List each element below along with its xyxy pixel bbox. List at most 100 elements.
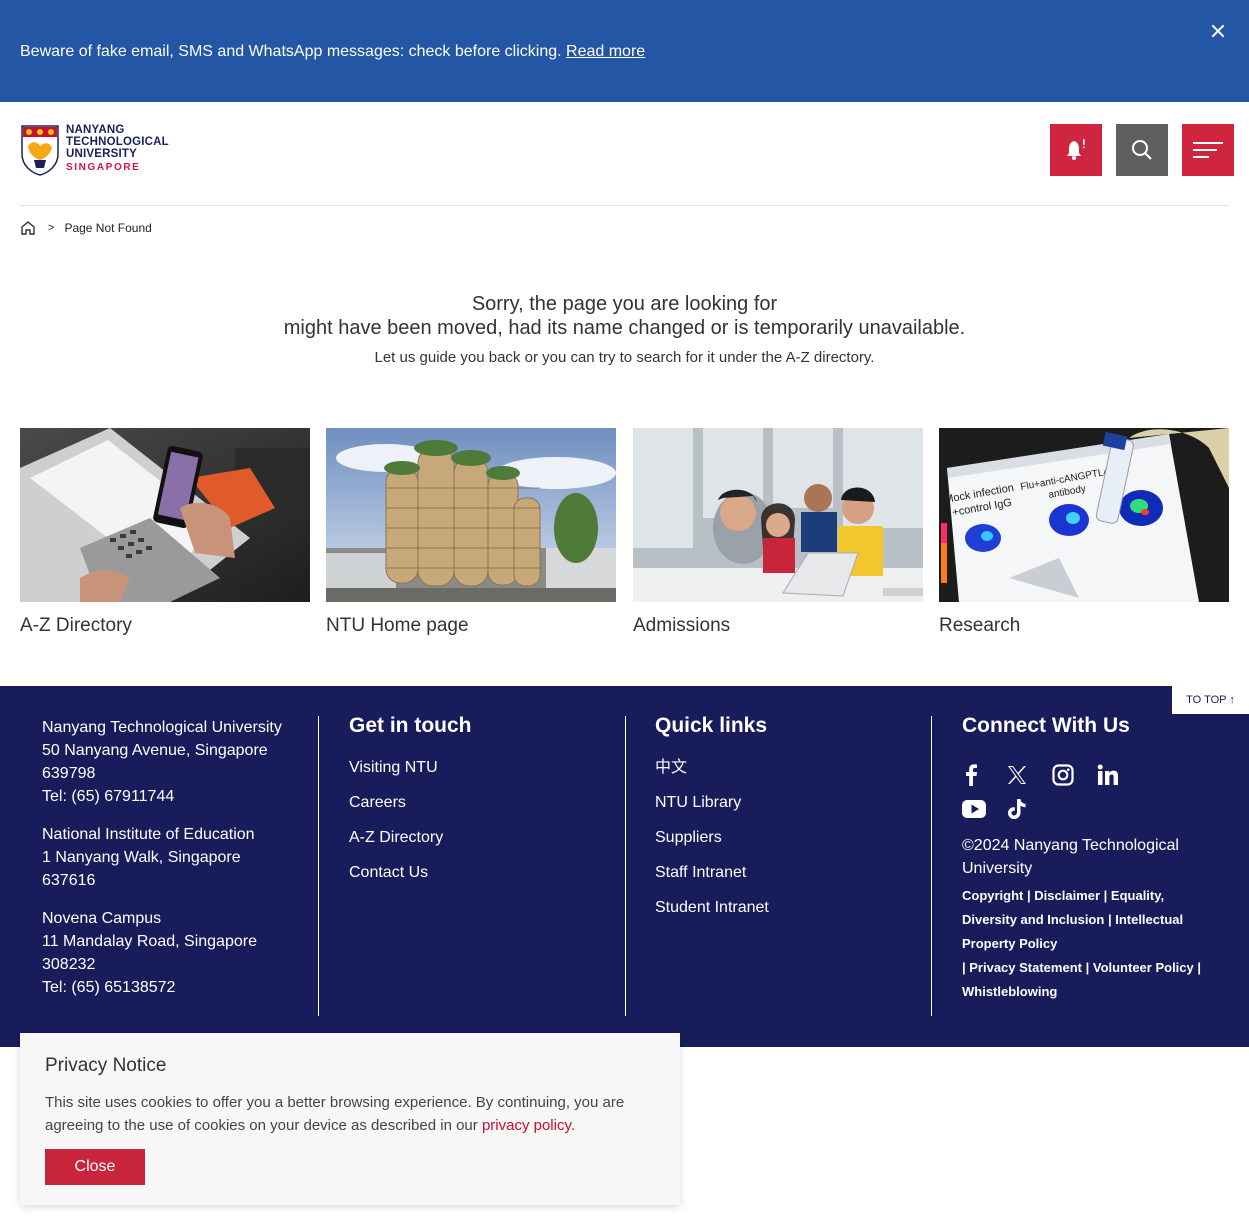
to-top-button[interactable]: TO TOP ↑ bbox=[1172, 686, 1249, 714]
title-line-1: Sorry, the page you are looking for bbox=[471, 293, 778, 315]
disclaimer-link[interactable]: Disclaimer bbox=[1034, 888, 1100, 903]
youtube-icon[interactable] bbox=[962, 792, 1007, 826]
close-icon[interactable] bbox=[1207, 20, 1229, 42]
page-title: Sorry, the page you are looking for migh… bbox=[0, 292, 1249, 340]
ntu-crest-icon bbox=[21, 125, 59, 176]
guide-text: Let us guide you back or you can try to … bbox=[374, 349, 875, 366]
legal-separator: | bbox=[1104, 912, 1116, 927]
alert-message: Beware of fake email, SMS and WhatsApp m… bbox=[20, 43, 645, 61]
connect-heading: Connect With Us bbox=[962, 714, 1130, 737]
alert-banner: Beware of fake email, SMS and WhatsApp m… bbox=[0, 0, 1249, 102]
research-image: Mock infection +control IgG Flu+anti-cAN… bbox=[939, 428, 1229, 602]
whistleblowing-link[interactable]: Whistleblowing bbox=[962, 984, 1057, 999]
card-label[interactable]: Admissions bbox=[633, 615, 923, 637]
privacy-notice: Privacy Notice This site uses cookies to… bbox=[20, 1033, 680, 1205]
logo-line: TECHNOLOGICAL bbox=[66, 136, 169, 148]
quick-links-column: Quick links 中文 NTU Library Suppliers Sta… bbox=[655, 714, 769, 918]
not-found-message: Sorry, the page you are looking for migh… bbox=[0, 292, 1249, 366]
get-in-touch-column: Get in touch Visiting NTU Careers A-Z Di… bbox=[349, 714, 472, 883]
az-directory-link[interactable]: A-Z Directory bbox=[349, 828, 472, 848]
card-admissions[interactable]: Admissions bbox=[633, 428, 923, 637]
card-label[interactable]: Research bbox=[939, 615, 1229, 637]
copyright-text: ©2024 Nanyang Technological University bbox=[962, 837, 1179, 877]
address-line: 1 Nanyang Walk, Singapore bbox=[42, 849, 241, 866]
logo-line: NANYANG bbox=[66, 124, 125, 136]
careers-link[interactable]: Careers bbox=[349, 793, 472, 813]
address-tel: Tel: (65) 65138572 bbox=[42, 979, 176, 996]
x-icon[interactable] bbox=[1007, 758, 1052, 792]
connect-column: Connect With Us ©2024 Nanyang Technologi… bbox=[962, 714, 1212, 1004]
contact-us-link[interactable]: Contact Us bbox=[349, 863, 472, 883]
legal-links: Copyright | Disclaimer | Equality, Diver… bbox=[962, 884, 1212, 1004]
site-footer: Nanyang Technological University 50 Nany… bbox=[0, 686, 1249, 1047]
privacy-text: This site uses cookies to offer you a be… bbox=[45, 1091, 655, 1137]
alert-text: Beware of fake email, SMS and WhatsApp m… bbox=[20, 43, 567, 60]
privacy-title: Privacy Notice bbox=[45, 1055, 167, 1076]
linkedin-icon[interactable] bbox=[1097, 758, 1142, 792]
logo-wordmark: NANYANG TECHNOLOGICAL UNIVERSITY SINGAPO… bbox=[66, 124, 169, 174]
address-name: Nanyang Technological University bbox=[42, 719, 282, 736]
ntu-home-image bbox=[326, 428, 616, 602]
address-name: National Institute of Education bbox=[42, 826, 255, 843]
logo-line: UNIVERSITY bbox=[66, 148, 138, 160]
privacy-period: . bbox=[570, 1117, 576, 1134]
student-intranet-link[interactable]: Student Intranet bbox=[655, 898, 769, 918]
read-more-link[interactable]: Read more bbox=[566, 43, 645, 60]
menu-button[interactable] bbox=[1182, 124, 1234, 176]
ntu-logo[interactable]: NANYANG TECHNOLOGICAL UNIVERSITY SINGAPO… bbox=[20, 124, 169, 176]
facebook-icon[interactable] bbox=[962, 758, 1007, 792]
instagram-icon[interactable] bbox=[1052, 758, 1097, 792]
staff-intranet-link[interactable]: Staff Intranet bbox=[655, 863, 769, 883]
address-line: 50 Nanyang Avenue, Singapore bbox=[42, 742, 268, 759]
privacy-statement-link[interactable]: Privacy Statement bbox=[969, 960, 1082, 975]
address-line: 11 Mandalay Road, Singapore bbox=[42, 933, 257, 950]
privacy-close-button[interactable]: Close bbox=[45, 1149, 145, 1185]
breadcrumb-current: Page Not Found bbox=[64, 221, 152, 235]
card-ntu-home[interactable]: NTU Home page bbox=[326, 428, 616, 637]
suppliers-link[interactable]: Suppliers bbox=[655, 828, 769, 848]
privacy-policy-link[interactable]: privacy policy bbox=[482, 1117, 571, 1134]
get-in-touch-heading: Get in touch bbox=[349, 714, 472, 737]
card-az-directory[interactable]: A-Z Directory bbox=[20, 428, 310, 637]
footer-divider bbox=[931, 716, 932, 1016]
logo-line-singapore: SINGAPORE bbox=[66, 162, 141, 173]
legal-separator: | bbox=[1100, 888, 1111, 903]
notification-button[interactable] bbox=[1050, 124, 1102, 176]
hamburger-icon bbox=[1193, 142, 1223, 158]
footer-divider bbox=[625, 716, 626, 1016]
volunteer-policy-link[interactable]: Volunteer Policy bbox=[1093, 960, 1194, 975]
copyright-link[interactable]: Copyright bbox=[962, 888, 1023, 903]
legal-separator: | bbox=[1081, 960, 1093, 975]
bell-icon bbox=[1067, 139, 1085, 160]
ntu-library-link[interactable]: NTU Library bbox=[655, 793, 769, 813]
title-line-2: might have been moved, had its name chan… bbox=[283, 317, 966, 339]
visiting-ntu-link[interactable]: Visiting NTU bbox=[349, 758, 472, 778]
az-directory-image bbox=[20, 428, 310, 602]
quick-links-heading: Quick links bbox=[655, 714, 768, 737]
legal-separator: | bbox=[1193, 960, 1202, 975]
header-divider bbox=[20, 205, 1229, 206]
footer-divider bbox=[318, 716, 319, 1016]
card-label[interactable]: NTU Home page bbox=[326, 615, 616, 637]
address-block: Nanyang Technological University 50 Nany… bbox=[42, 716, 292, 808]
legal-separator: | bbox=[1023, 888, 1035, 903]
address-line: 639798 bbox=[42, 765, 96, 782]
footer-addresses: Nanyang Technological University 50 Nany… bbox=[42, 716, 292, 999]
address-line: 637616 bbox=[42, 872, 96, 889]
tiktok-icon[interactable] bbox=[1007, 792, 1052, 826]
breadcrumb: > Page Not Found bbox=[20, 220, 152, 236]
address-name: Novena Campus bbox=[42, 910, 162, 927]
search-icon bbox=[1132, 140, 1152, 160]
home-icon[interactable] bbox=[20, 220, 36, 236]
address-block: Novena Campus 11 Mandalay Road, Singapor… bbox=[42, 907, 292, 999]
social-icons bbox=[962, 758, 1182, 826]
card-label[interactable]: A-Z Directory bbox=[20, 615, 310, 637]
card-research[interactable]: Mock infection +control IgG Flu+anti-cAN… bbox=[939, 428, 1229, 637]
breadcrumb-separator: > bbox=[48, 222, 55, 234]
address-block: National Institute of Education 1 Nanyan… bbox=[42, 823, 292, 892]
address-line: 308232 bbox=[42, 956, 96, 973]
chinese-site-link[interactable]: 中文 bbox=[655, 758, 769, 778]
search-button[interactable] bbox=[1116, 124, 1168, 176]
admissions-image bbox=[633, 428, 923, 602]
address-tel: Tel: (65) 67911744 bbox=[42, 788, 175, 805]
